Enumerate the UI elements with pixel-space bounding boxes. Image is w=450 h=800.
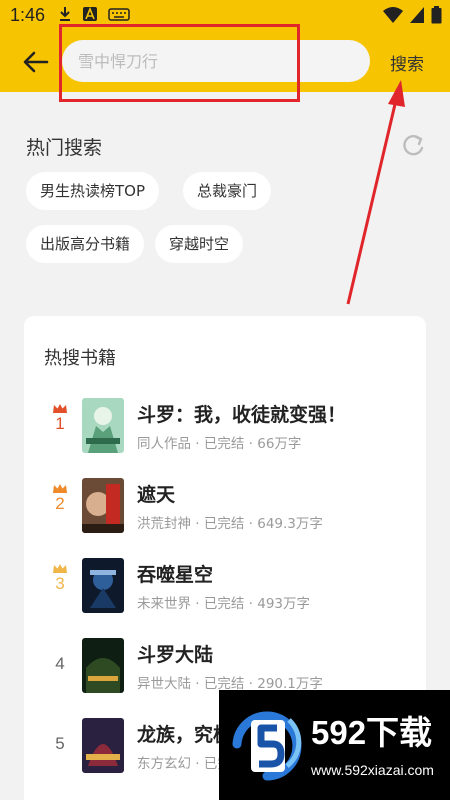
book-title: 斗罗大陆 — [137, 644, 214, 666]
hot-books-title: 热搜书籍 — [44, 348, 116, 369]
hot-tag[interactable]: 总裁豪门 — [183, 172, 272, 210]
book-meta: 同人作品 · 已完结 · 66万字 — [137, 436, 302, 452]
keyboard-icon — [108, 8, 130, 21]
watermark-brand: 592下载 — [311, 714, 433, 751]
status-time: 1:46 — [10, 5, 46, 25]
book-cover — [82, 558, 124, 613]
book-cover — [82, 398, 124, 453]
book-title: 吞噬星空 — [137, 564, 214, 586]
book-cover — [82, 638, 124, 693]
rank-number: 1 — [55, 414, 65, 433]
signal-icon — [410, 7, 424, 23]
rank-number: 4 — [55, 654, 65, 673]
hot-tag[interactable]: 穿越时空 — [155, 225, 244, 263]
book-meta: 洪荒封神 · 已完结 · 649.3万字 — [137, 516, 323, 532]
refresh-icon[interactable] — [400, 133, 426, 159]
watermark-logo: 592下载 www.592xiazai.com — [219, 690, 450, 800]
crown-icon — [53, 564, 67, 573]
book-item[interactable]: 3 吞噬星空 未来世界 · 已完结 · 493万字 — [24, 550, 426, 620]
rank-number: 5 — [55, 734, 65, 753]
book-title: 斗罗：我，收徒就变强！ — [137, 404, 347, 426]
app-a-icon — [83, 6, 97, 21]
book-item[interactable]: 1 斗罗：我，收徒就变强！ 同人作品 · 已完结 · 66万字 — [24, 390, 426, 460]
book-title: 龙族，究极 — [137, 724, 233, 746]
book-cover — [82, 478, 124, 533]
download-icon — [60, 7, 70, 21]
battery-icon — [431, 6, 442, 24]
book-meta: 未来世界 · 已完结 · 493万字 — [137, 596, 311, 612]
hot-search-title: 热门搜索 — [26, 137, 103, 159]
wifi-icon — [383, 7, 403, 23]
watermark-url: www.592xiazai.com — [311, 762, 434, 778]
book-cover — [82, 718, 124, 773]
search-button[interactable]: 搜索 — [390, 50, 424, 75]
book-item[interactable]: 2 遮天 洪荒封神 · 已完结 · 649.3万字 — [24, 470, 426, 540]
hot-tag[interactable]: 男生热读榜TOP — [26, 172, 160, 210]
back-arrow-icon[interactable] — [22, 48, 50, 76]
crown-icon — [53, 484, 67, 493]
book-meta: 异世大陆 · 已完结 · 290.1万字 — [137, 676, 323, 692]
rank-number: 3 — [55, 574, 65, 593]
rank-number: 2 — [55, 494, 65, 513]
crown-icon — [53, 404, 67, 413]
hot-tag[interactable]: 出版高分书籍 — [26, 225, 145, 263]
highlight-box-annotation — [59, 24, 300, 102]
book-title: 遮天 — [137, 484, 176, 506]
logo-5-icon — [232, 711, 302, 781]
